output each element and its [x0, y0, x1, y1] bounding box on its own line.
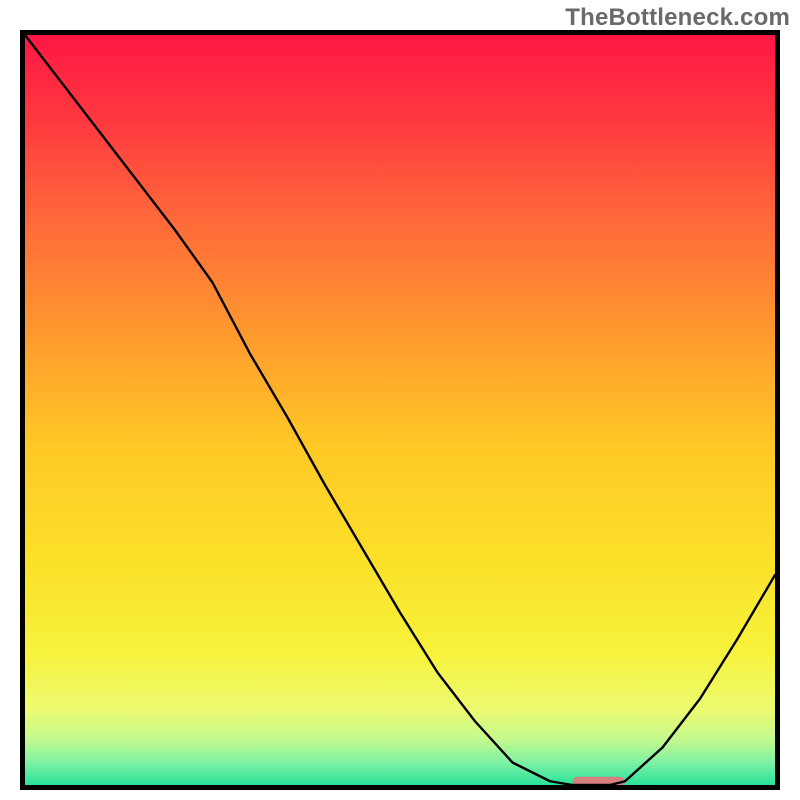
plot-svg: [25, 35, 775, 785]
gradient-background: [25, 35, 775, 785]
watermark-text: TheBottleneck.com: [565, 4, 790, 32]
chart-container: TheBottleneck.com: [0, 0, 800, 800]
plot-area: [20, 30, 780, 790]
